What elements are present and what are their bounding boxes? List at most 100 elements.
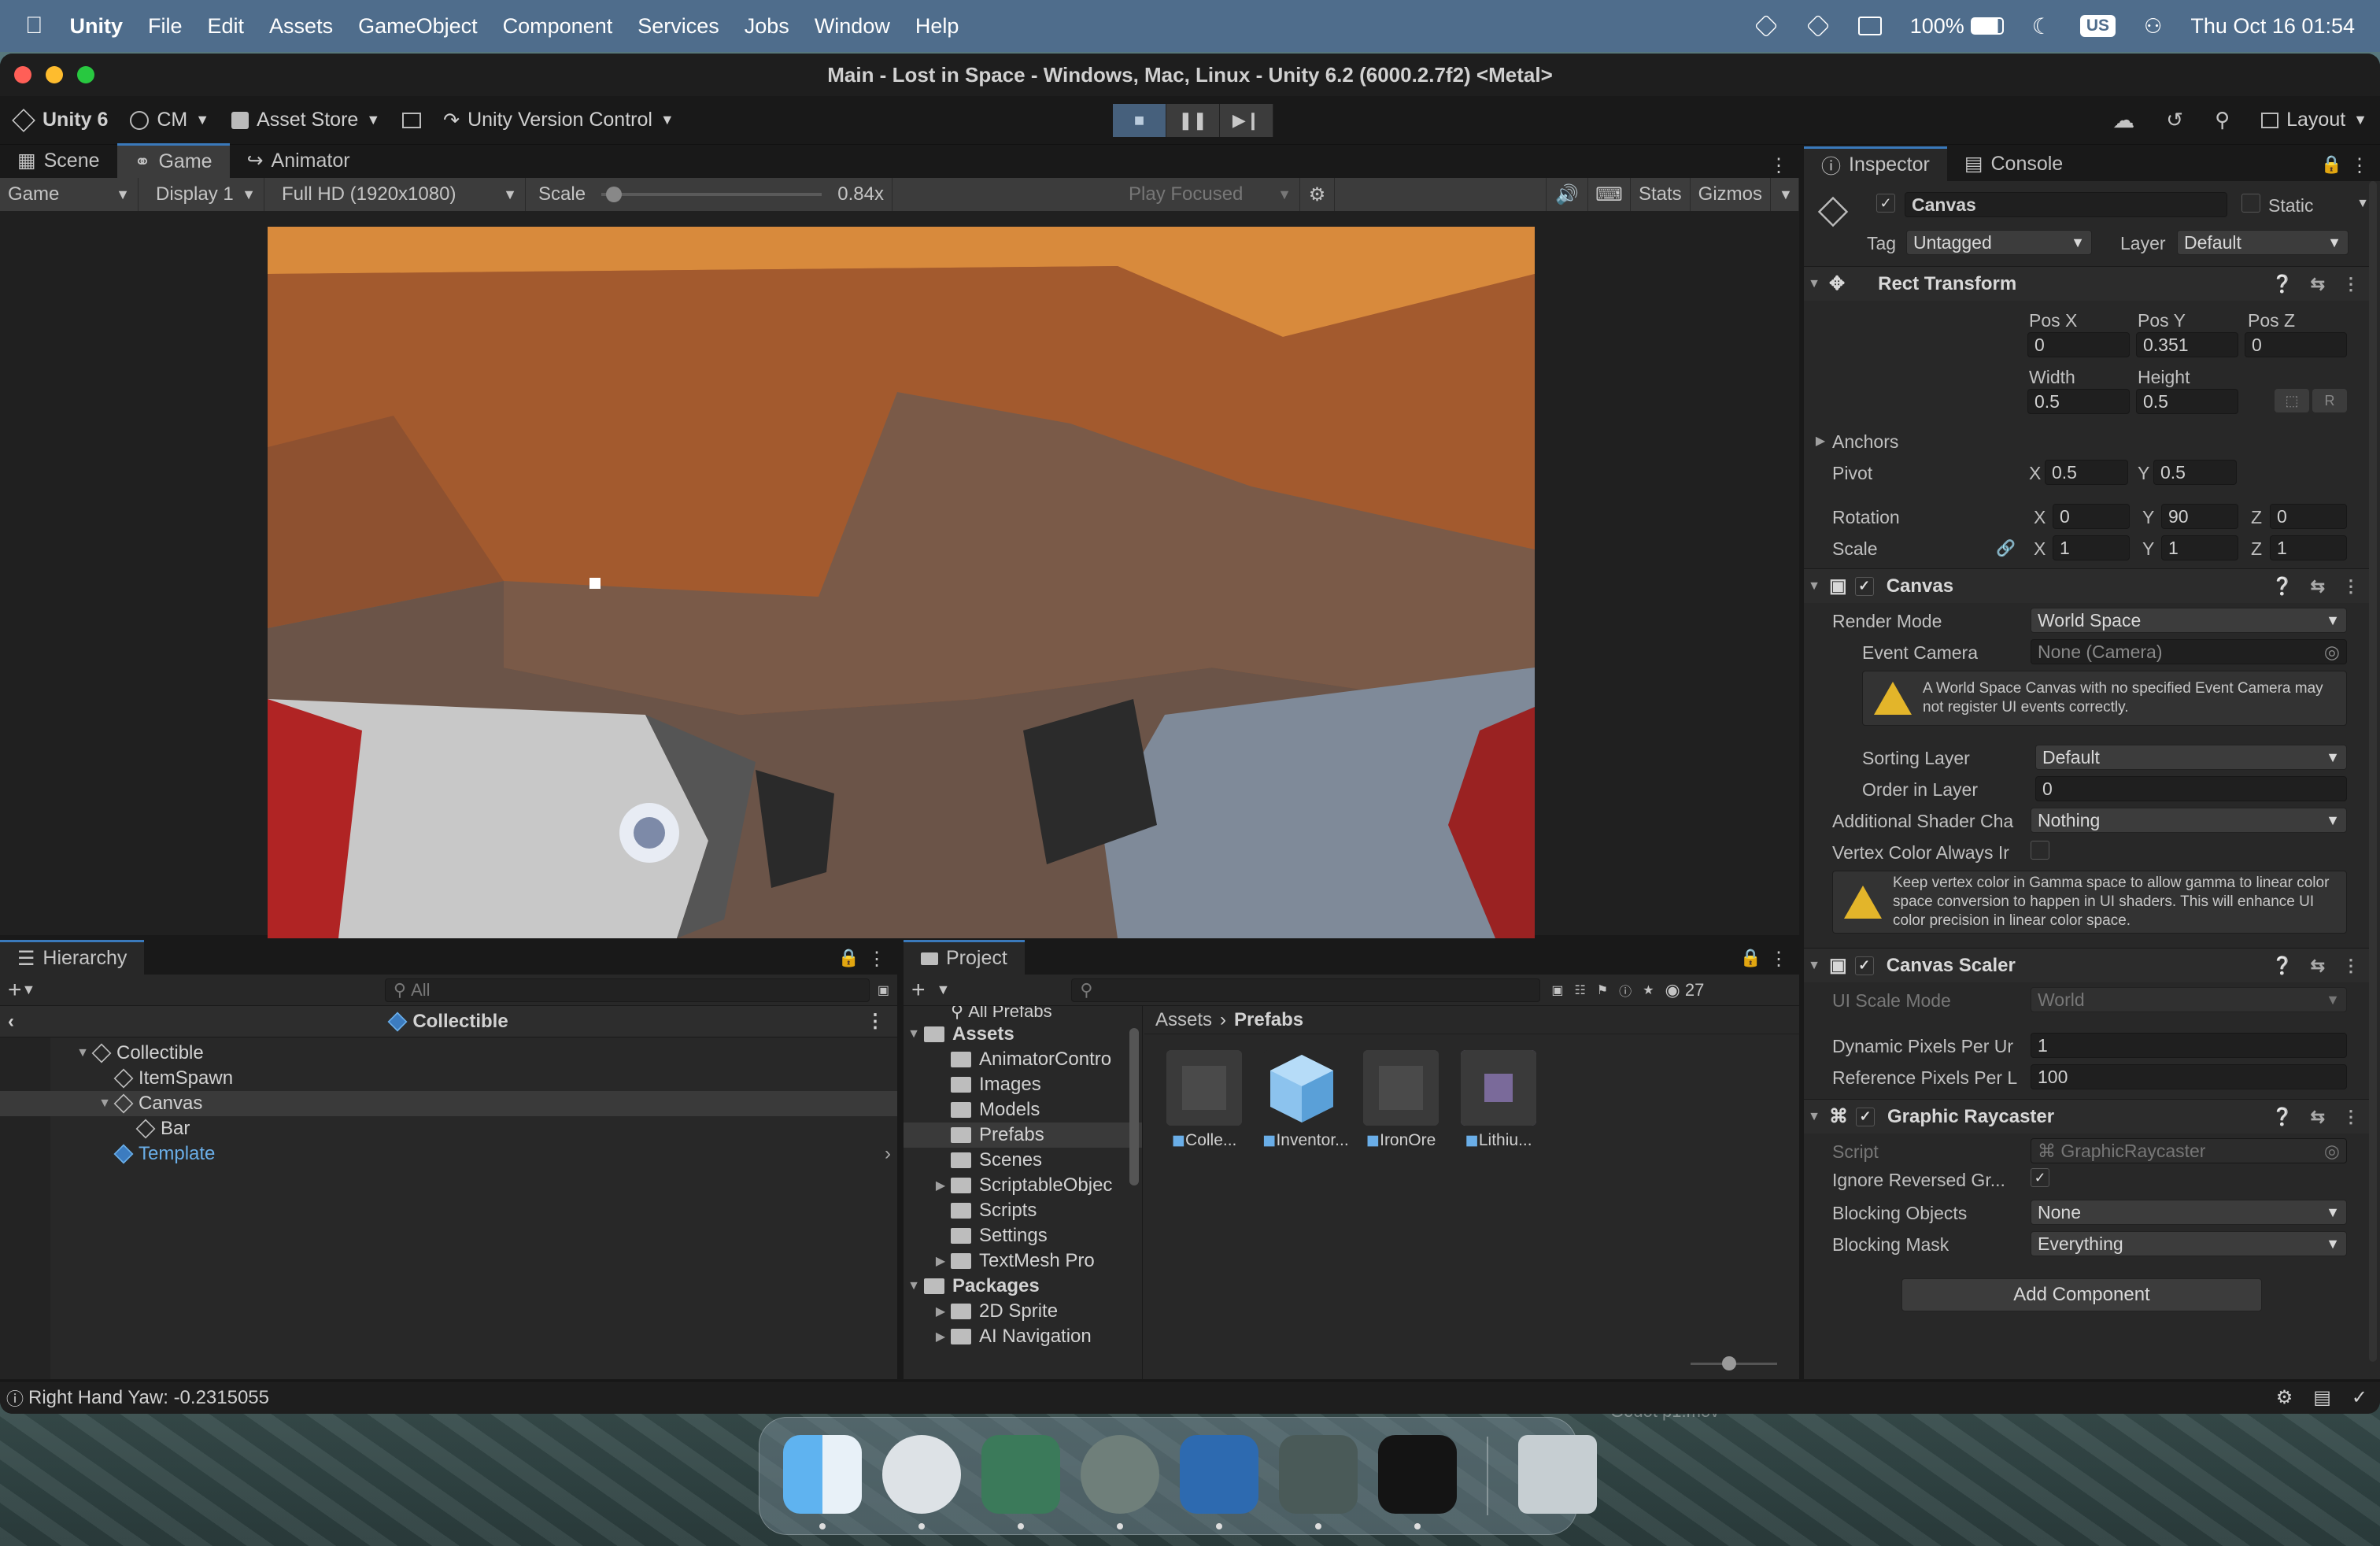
cloud-icon[interactable]: ☁ [2112, 107, 2134, 133]
pos-y-field[interactable]: 0.351 [2136, 332, 2238, 357]
tab-game[interactable]: ⚭ Game [116, 143, 230, 178]
chrome-icon[interactable] [882, 1435, 961, 1529]
expand-triangle-icon[interactable]: ▶ [930, 1178, 951, 1193]
render-mode-dropdown[interactable]: World Space ▼ [2031, 608, 2347, 633]
collapse-triangle-icon[interactable]: ▼ [1804, 1110, 1824, 1124]
stop-button[interactable]: ■ [1113, 104, 1166, 137]
rot-x-field[interactable]: 0 [2053, 504, 2130, 529]
view-mode-dropdown[interactable]: Game ▼ [0, 178, 139, 211]
hidden-count[interactable]: ◉ 27 [1665, 980, 1705, 1000]
canvas-enabled-checkbox[interactable]: ✓ [1854, 576, 1874, 596]
static-checkbox[interactable] [2241, 194, 2260, 213]
presets-icon[interactable]: ⇆ [2311, 1107, 2325, 1127]
progress-check-icon[interactable]: ✓ [2352, 1386, 2367, 1409]
expand-triangle-icon[interactable]: ▼ [72, 1046, 93, 1060]
scale-y-field[interactable]: 1 [2161, 535, 2238, 560]
unity-version-button[interactable]: Unity 6 [12, 108, 108, 132]
canvas-scaler-header[interactable]: ▼ ▣ ✓ Canvas Scaler ❔ ⇆ ⋮ [1804, 948, 2371, 982]
input-source[interactable]: US [2079, 15, 2116, 37]
menu-gameobject[interactable]: GameObject [358, 14, 478, 39]
collapse-triangle-icon[interactable]: ▼ [1804, 579, 1824, 594]
prefab-breadcrumb[interactable]: Collectible [412, 1011, 508, 1033]
folder-item-scenes[interactable]: Scenes [904, 1148, 1142, 1173]
favorites-star-icon[interactable]: ★ [1643, 982, 1654, 998]
folder-item-assets[interactable]: ▼ Assets [904, 1022, 1142, 1047]
close-window-button[interactable] [14, 66, 31, 83]
status-message[interactable]: Right Hand Yaw: -0.2315055 [28, 1387, 269, 1409]
cache-server-icon[interactable]: ▤ [2313, 1386, 2331, 1409]
menu-component[interactable]: Component [503, 14, 613, 39]
project-search-input[interactable]: ⚲ [1071, 978, 1541, 1002]
sorting-layer-dropdown[interactable]: Default ▼ [2035, 745, 2347, 770]
search-by-type-icon[interactable]: ▣ [1551, 982, 1563, 998]
graphic-raycaster-header[interactable]: ▼ ⌘ ✓ Graphic Raycaster ❔ ⇆ ⋮ [1804, 1099, 2371, 1134]
step-button[interactable]: ▶❙ [1220, 104, 1273, 137]
help-icon[interactable]: ❔ [2271, 956, 2293, 976]
more-options-icon[interactable]: ⋮ [866, 1010, 885, 1033]
package-status-icon[interactable] [1805, 14, 1830, 38]
folder-tree-scrollbar[interactable] [1129, 1028, 1139, 1185]
folder-item-scriptableobjects[interactable]: ▶ ScriptableObjec [904, 1173, 1142, 1198]
height-field[interactable]: 0.5 [2136, 389, 2238, 414]
add-component-button[interactable]: Add Component [1901, 1278, 2262, 1311]
more-options-icon[interactable]: ⋮ [2342, 576, 2360, 597]
blocking-mask-dropdown[interactable]: Everything ▼ [2031, 1231, 2347, 1256]
game-viewport[interactable] [268, 227, 1535, 938]
asset-store-dropdown[interactable]: Asset Store ▼ [231, 109, 380, 131]
object-active-checkbox[interactable]: ✓ [1876, 194, 1895, 213]
tab-hierarchy[interactable]: ☰ Hierarchy [0, 940, 145, 975]
help-icon[interactable]: ❔ [2271, 274, 2293, 294]
expand-triangle-icon[interactable]: ▶ [1810, 433, 1831, 449]
tab-project[interactable]: Project [904, 940, 1025, 975]
folder-item-settings[interactable]: Settings [904, 1223, 1142, 1248]
breadcrumb-assets[interactable]: Assets [1155, 1009, 1212, 1031]
create-plus-icon[interactable]: + [8, 977, 22, 1004]
lock-icon[interactable]: 🔒 [1740, 948, 1761, 968]
chevron-down-icon[interactable]: ▼ [22, 982, 36, 998]
help-icon[interactable]: ❔ [2271, 1107, 2293, 1127]
rot-z-field[interactable]: 0 [2270, 504, 2347, 529]
stats-button[interactable]: Stats [1631, 178, 1691, 211]
debug-mode-icon[interactable]: ⚙ [2276, 1386, 2293, 1409]
object-picker-icon[interactable]: ◎ [2324, 642, 2340, 663]
static-dropdown-icon[interactable]: ▼ [2356, 197, 2369, 211]
resolution-dropdown[interactable]: Full HD (1920x1080) ▼ [264, 178, 526, 211]
scale-z-field[interactable]: 1 [2270, 535, 2347, 560]
anchors-label[interactable]: Anchors [1832, 431, 1898, 453]
create-plus-icon[interactable]: + [911, 977, 926, 1004]
folder-item-ai-navigation[interactable]: ▶ AI Navigation [904, 1324, 1142, 1349]
raw-edit-button[interactable]: R [2312, 389, 2347, 412]
width-field[interactable]: 0.5 [2027, 389, 2130, 414]
issues-icon[interactable]: ⓘ [1619, 981, 1632, 1000]
inspector-scrollbar[interactable] [2369, 181, 2377, 1362]
tree-item-bar[interactable]: Bar [50, 1116, 897, 1141]
tree-item-canvas[interactable]: ▼ Canvas [0, 1091, 897, 1116]
expand-triangle-icon[interactable]: ▶ [930, 1253, 951, 1269]
folder-item-textmeshpro[interactable]: ▶ TextMesh Pro [904, 1248, 1142, 1274]
presets-icon[interactable]: ⇆ [2311, 274, 2325, 294]
order-in-layer-field[interactable]: 0 [2035, 776, 2347, 801]
unity-hub-icon[interactable] [1279, 1435, 1358, 1529]
expand-triangle-icon[interactable]: ▶ [930, 1304, 951, 1319]
gizmos-dropdown[interactable]: ▼ [1771, 178, 1799, 211]
pos-x-field[interactable]: 0 [2027, 332, 2130, 357]
unity-status-icon[interactable] [1754, 14, 1778, 38]
asset-inventory[interactable]: ◼Inventor... [1262, 1050, 1349, 1150]
battery-icon[interactable] [1970, 17, 2004, 35]
keyboard-button[interactable]: ⌨ [1588, 178, 1631, 211]
layer-dropdown[interactable]: Default ▼ [2177, 230, 2349, 255]
filter-by-type-icon[interactable]: ☷ [1574, 982, 1585, 998]
chevron-right-icon[interactable]: › [885, 1143, 891, 1165]
expand-triangle-icon[interactable]: ▼ [904, 1027, 924, 1041]
event-camera-field[interactable]: None (Camera) ◎ [2031, 639, 2347, 664]
ignore-reversed-checkbox[interactable]: ✓ [2031, 1168, 2049, 1187]
thumbnail-size-knob[interactable] [1722, 1356, 1736, 1370]
pause-button[interactable]: ❚❚ [1166, 104, 1220, 137]
search-icon[interactable]: ⚲ [2215, 108, 2230, 132]
scene-search-icon[interactable]: ▣ [878, 982, 889, 998]
more-options-icon[interactable]: ⋮ [1769, 154, 1788, 177]
tab-inspector[interactable]: ⓘ Inspector [1804, 146, 1947, 181]
system-settings-icon[interactable] [1081, 1435, 1159, 1529]
tab-animator[interactable]: ↪ Animator [230, 143, 368, 178]
collapse-triangle-icon[interactable]: ▼ [1804, 959, 1824, 973]
